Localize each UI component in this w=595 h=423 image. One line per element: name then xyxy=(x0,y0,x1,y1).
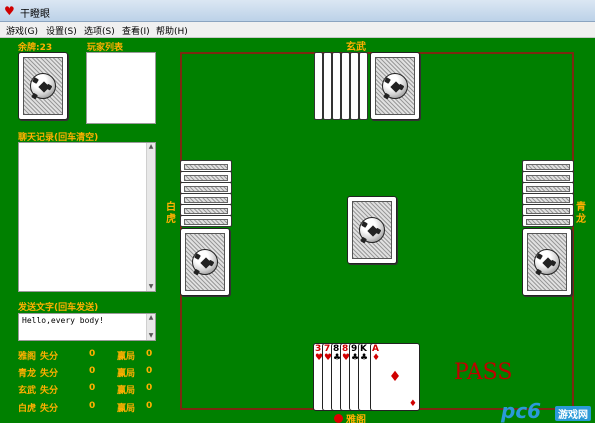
scroll-down-icon[interactable]: ▼ xyxy=(147,283,155,291)
score-win-label: 赢局 xyxy=(117,369,136,379)
card-back xyxy=(314,52,323,120)
send-text-label: 发送文字(回车发送) xyxy=(18,303,99,313)
card-back xyxy=(180,228,230,296)
watermark-text: 游戏网 xyxy=(555,406,591,421)
center-card xyxy=(347,196,397,264)
player-list[interactable] xyxy=(86,52,156,124)
score-lose-label: 失分 xyxy=(40,404,59,414)
card-back xyxy=(350,52,359,120)
score-lose-label: 失分 xyxy=(40,369,59,379)
score-player-name: 雅阁 xyxy=(18,352,37,362)
diamond-icon: ♦ xyxy=(372,353,381,363)
seat-left-name: 白虎 xyxy=(166,202,176,225)
title-bar: ♥ 干瞪眼 xyxy=(0,0,595,22)
score-player-name: 青龙 xyxy=(18,369,37,379)
score-lose-value: 0 xyxy=(89,401,96,411)
score-player-name: 玄武 xyxy=(18,386,37,396)
menu-settings[interactable]: 设置(S) xyxy=(46,24,77,37)
chat-log[interactable]: ▲ ▼ xyxy=(18,142,156,292)
score-lose-label: 失分 xyxy=(40,352,59,362)
card-back xyxy=(341,52,350,120)
deck-pile xyxy=(18,52,68,120)
window-title: 干瞪眼 xyxy=(20,9,50,20)
score-win-value: 0 xyxy=(146,401,153,411)
score-win-value: 0 xyxy=(146,383,153,393)
scroll-up-icon[interactable]: ▲ xyxy=(147,143,155,151)
score-lose-value: 0 xyxy=(89,349,96,359)
card-back xyxy=(370,52,420,120)
seat-bottom-name: 雅阁 xyxy=(346,415,366,423)
send-scrollbar[interactable]: ▲ ▼ xyxy=(146,314,155,340)
heart-icon: ♥ xyxy=(4,4,15,18)
menu-game[interactable]: 游戏(G) xyxy=(6,24,38,37)
send-text-value: Hello,every body! xyxy=(22,316,104,325)
chat-scrollbar[interactable]: ▲ ▼ xyxy=(146,143,155,291)
game-client: 余牌:23 玩家列表 聊天记录(回车清空) ▲ ▼ 发送文字(回车发送) Hel… xyxy=(0,38,595,423)
scroll-up-icon[interactable]: ▲ xyxy=(147,314,155,322)
score-lose-value: 0 xyxy=(89,383,96,393)
score-win-label: 赢局 xyxy=(117,404,136,414)
seat-right-name: 青龙 xyxy=(576,202,586,225)
turn-indicator xyxy=(334,414,343,423)
scroll-down-icon[interactable]: ▼ xyxy=(147,332,155,340)
menu-options[interactable]: 选项(S) xyxy=(84,24,115,37)
send-text-input[interactable]: Hello,every body! ▲ ▼ xyxy=(18,313,156,341)
score-win-label: 赢局 xyxy=(117,386,136,396)
pass-status: PASS xyxy=(454,360,513,385)
card-back xyxy=(180,215,232,227)
soccer-ball-icon xyxy=(382,73,408,99)
hand-card[interactable]: A ♦ ♦ ♦ xyxy=(370,343,420,411)
score-player-name: 白虎 xyxy=(18,404,37,414)
score-lose-label: 失分 xyxy=(40,386,59,396)
menu-view[interactable]: 查看(I) xyxy=(122,24,150,37)
diamond-icon: ♦ xyxy=(388,369,402,385)
score-win-value: 0 xyxy=(146,366,153,376)
soccer-ball-icon xyxy=(192,249,218,275)
card-back xyxy=(359,52,368,120)
soccer-ball-icon xyxy=(534,249,560,275)
card-back xyxy=(522,228,572,296)
club-icon: ♣ xyxy=(360,353,369,363)
score-win-label: 赢局 xyxy=(117,352,136,362)
menu-help[interactable]: 帮助(H) xyxy=(156,24,188,37)
soccer-ball-icon xyxy=(359,217,385,243)
diamond-icon: ♦ xyxy=(408,399,417,409)
watermark: pc6 游戏网 xyxy=(495,399,595,423)
score-lose-value: 0 xyxy=(89,366,96,376)
card-back xyxy=(332,52,341,120)
soccer-ball-icon xyxy=(30,73,56,99)
score-win-value: 0 xyxy=(146,349,153,359)
menu-bar: 游戏(G) 设置(S) 选项(S) 查看(I) 帮助(H) xyxy=(0,22,595,38)
seat-top-name: 玄武 xyxy=(346,42,366,53)
card-back xyxy=(323,52,332,120)
watermark-logo: pc6 xyxy=(501,399,542,423)
card-back xyxy=(522,215,574,227)
